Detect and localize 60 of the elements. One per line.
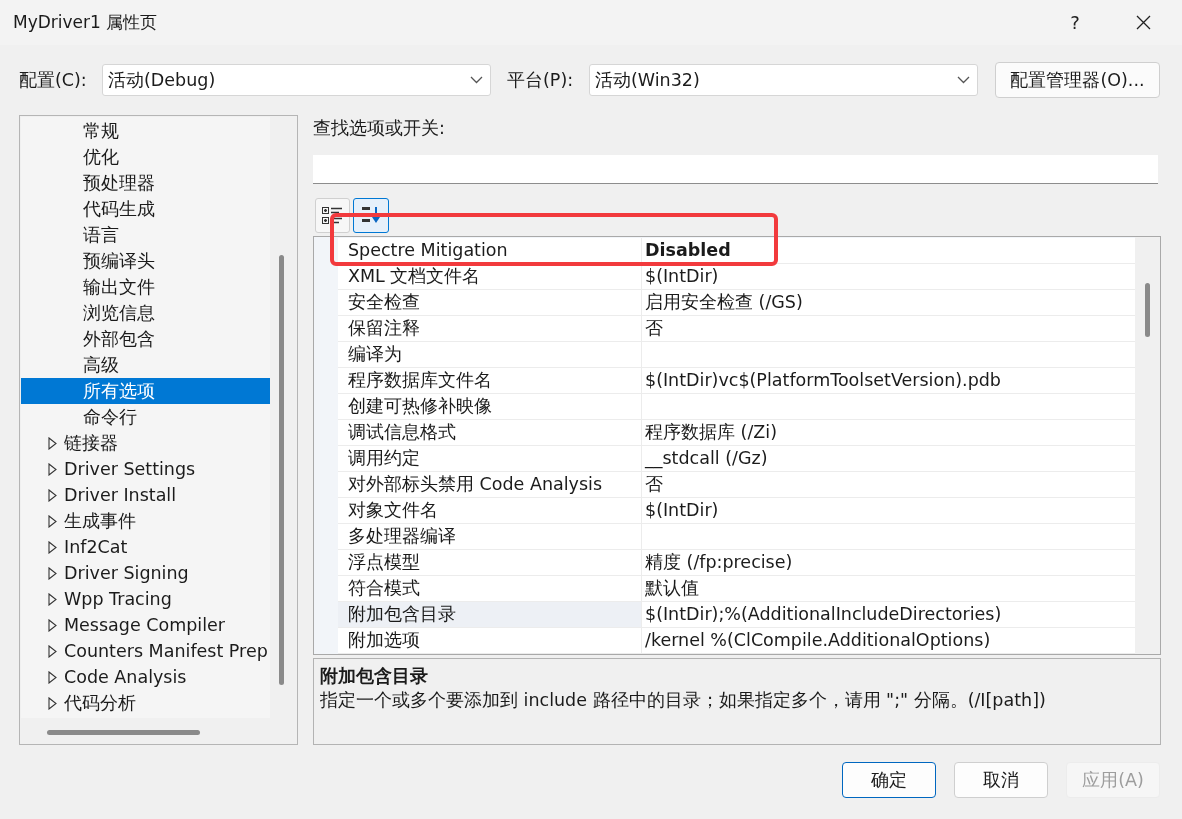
chevron-down-icon [470, 76, 483, 84]
tree-item[interactable]: 优化 [21, 144, 270, 170]
tree-item[interactable]: Counters Manifest Prep [21, 638, 270, 664]
platform-dropdown[interactable]: 活动(Win32) [589, 64, 978, 96]
configuration-manager-button[interactable]: 配置管理器(O)... [995, 62, 1160, 98]
property-value[interactable]: /kernel %(ClCompile.AdditionalOptions) [642, 628, 1135, 654]
scrollbar-thumb[interactable] [1145, 283, 1150, 337]
caret-right-icon[interactable] [48, 514, 57, 528]
tree-item[interactable]: 浏览信息 [21, 300, 270, 326]
caret-right-icon[interactable] [48, 540, 57, 554]
caret-right-icon[interactable] [48, 488, 57, 502]
configuration-dropdown[interactable]: 活动(Debug) [102, 64, 491, 96]
configuration-label: 配置(C): [19, 69, 88, 92]
caret-right-icon[interactable] [48, 566, 57, 580]
scrollbar-thumb[interactable] [47, 730, 200, 735]
tree-item[interactable]: Code Analysis [21, 664, 270, 690]
tree-item[interactable]: 预编译头 [21, 248, 270, 274]
property-name[interactable]: Spectre Mitigation [338, 238, 642, 264]
tree-item[interactable]: 语言 [21, 222, 270, 248]
property-name[interactable]: 附加包含目录 [338, 602, 642, 628]
tree-item[interactable]: 链接器 [21, 430, 270, 456]
caret-right-icon[interactable] [48, 644, 57, 658]
tree-item[interactable]: 代码生成 [21, 196, 270, 222]
platform-label: 平台(P): [507, 69, 575, 92]
close-icon [1135, 15, 1151, 30]
caret-right-icon[interactable] [48, 696, 57, 710]
tree-item[interactable]: Driver Signing [21, 560, 270, 586]
chevron-down-icon [957, 76, 970, 84]
dialog-button[interactable]: 取消 [954, 762, 1048, 798]
caret-right-icon[interactable] [48, 592, 57, 606]
tree-item[interactable]: Message Compiler [21, 612, 270, 638]
tree-item[interactable]: Inf2Cat [21, 534, 270, 560]
tree-item[interactable]: 高级 [21, 352, 270, 378]
tree-item[interactable]: 外部包含 [21, 326, 270, 352]
tree-item[interactable]: 所有选项 [21, 378, 270, 404]
category-list-icon [322, 206, 343, 225]
tree-item[interactable]: 常规 [21, 118, 270, 144]
tree-item[interactable]: 输出文件 [21, 274, 270, 300]
tree-item[interactable]: 生成事件 [21, 508, 270, 534]
search-field[interactable] [313, 155, 1158, 184]
tree-item[interactable]: 代码分析 [21, 690, 270, 716]
description-title: 附加包含目录 [320, 665, 428, 687]
tree-item[interactable]: Driver Install [21, 482, 270, 508]
tree-item[interactable]: Driver Settings [21, 456, 270, 482]
tree-item[interactable]: Wpp Tracing [21, 586, 270, 612]
window-title: MyDriver1 属性页 [13, 11, 159, 34]
scrollbar-track[interactable] [1135, 237, 1160, 654]
caret-right-icon[interactable] [48, 618, 57, 632]
scrollbar-thumb[interactable] [279, 255, 284, 685]
description-text: 指定一个或多个要添加到 include 路径中的目录；如果指定多个，请用 ";" 分隔。(/I[path]) [320, 689, 1046, 712]
search-label: 查找选项或开关: [313, 117, 445, 139]
caret-right-icon[interactable] [48, 436, 57, 450]
property-name[interactable]: 附加选项 [338, 628, 642, 654]
caret-right-icon[interactable] [48, 670, 57, 684]
tree-item[interactable]: 命令行 [21, 404, 270, 430]
caret-right-icon[interactable] [48, 462, 57, 476]
help-button[interactable]: ? [1060, 7, 1090, 38]
dialog-button[interactable]: 确定 [842, 762, 936, 798]
sort-icon [361, 206, 381, 225]
tree-item[interactable]: 预处理器 [21, 170, 270, 196]
